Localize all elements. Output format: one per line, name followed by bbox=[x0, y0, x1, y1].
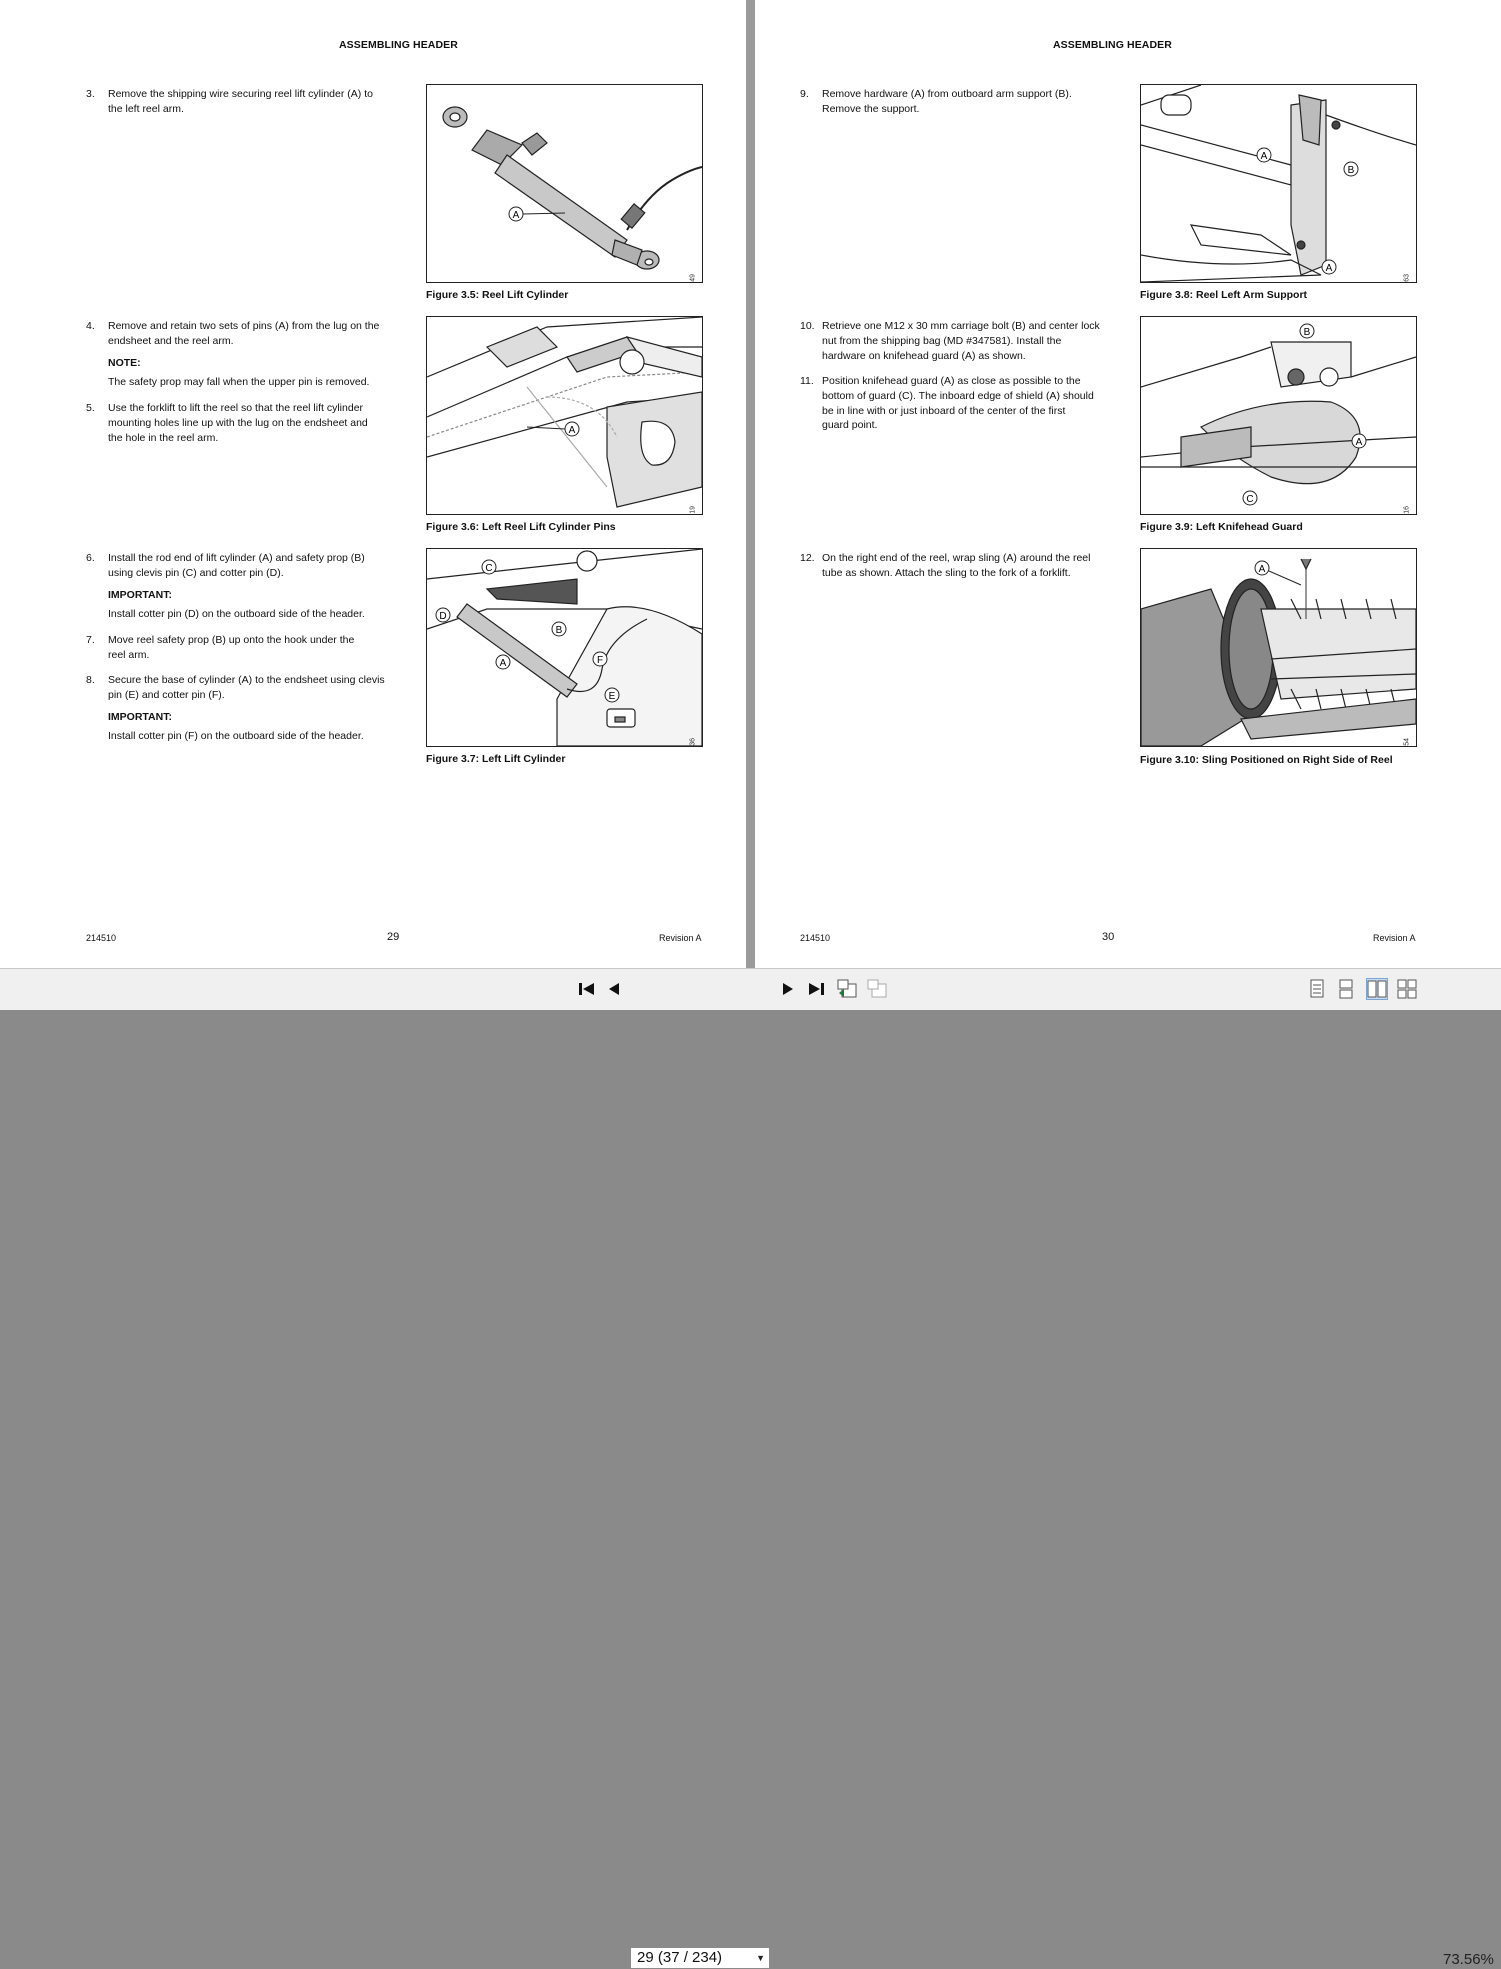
svg-text:A: A bbox=[513, 210, 520, 221]
figure-left-knifehead-guard: B A C 1040716 bbox=[1140, 316, 1417, 515]
figure-code: 1032519 bbox=[689, 506, 696, 514]
page-number: 29 bbox=[387, 931, 400, 943]
next-page-icon bbox=[783, 983, 793, 995]
first-page-icon bbox=[579, 983, 594, 995]
last-page-button[interactable] bbox=[805, 978, 827, 1000]
last-page-icon bbox=[809, 983, 824, 995]
zoom-level[interactable]: 73.56% bbox=[1443, 1951, 1494, 1968]
page-selector[interactable]: 29 (37 / 234) ▼ bbox=[630, 1947, 770, 1969]
svg-text:B: B bbox=[556, 625, 563, 636]
single-page-view-button[interactable] bbox=[1306, 978, 1328, 1000]
svg-text:A: A bbox=[1326, 263, 1333, 274]
svg-text:A: A bbox=[569, 425, 576, 436]
figure-caption: Figure 3.9: Left Knifehead Guard bbox=[1140, 521, 1303, 533]
page-header: ASSEMBLING HEADER bbox=[1053, 39, 1172, 51]
svg-text:A: A bbox=[1259, 564, 1266, 575]
figure-code: 1037036 bbox=[689, 738, 696, 746]
viewer-toolbar: 29 (37 / 234) ▼ 73.56% bbox=[0, 968, 1501, 1969]
right-page: ASSEMBLING HEADER 9. Remove hardware (A)… bbox=[755, 0, 1501, 968]
footer-doc-number: 214510 bbox=[800, 933, 831, 943]
important-label: IMPORTANT: bbox=[108, 711, 172, 723]
figure-caption: Figure 3.6: Left Reel Lift Cylinder Pins bbox=[426, 521, 616, 533]
note-text: The safety prop may fall when the upper … bbox=[108, 376, 370, 388]
continuous-view-button[interactable] bbox=[1335, 978, 1357, 1000]
footer-doc-number: 214510 bbox=[86, 933, 117, 943]
figure-code: 1040716 bbox=[1403, 506, 1410, 514]
go-back-view-button[interactable] bbox=[836, 978, 858, 1000]
svg-text:A: A bbox=[1356, 437, 1363, 448]
forward-view-icon bbox=[867, 979, 887, 998]
svg-text:C: C bbox=[1246, 494, 1253, 505]
figure-reel-lift-cylinder: A 1035949 bbox=[426, 84, 703, 283]
figure-caption: Figure 3.10: Sling Positioned on Right S… bbox=[1140, 754, 1393, 766]
figure-sling-right-side-of-reel: A 1037054 bbox=[1140, 548, 1417, 747]
chevron-down-icon: ▼ bbox=[756, 1953, 765, 1963]
figure-caption: Figure 3.7: Left Lift Cylinder bbox=[426, 753, 566, 765]
next-page-button[interactable] bbox=[777, 978, 799, 1000]
footer-revision: Revision A bbox=[1373, 933, 1416, 943]
single-page-icon bbox=[1310, 979, 1324, 998]
previous-page-button[interactable] bbox=[603, 978, 625, 1000]
continuous-facing-view-button[interactable] bbox=[1396, 978, 1418, 1000]
continuous-facing-icon bbox=[1397, 979, 1417, 999]
note-label: NOTE: bbox=[108, 357, 141, 369]
svg-text:A: A bbox=[1261, 151, 1268, 162]
figure-code: 1037054 bbox=[1403, 738, 1410, 746]
svg-text:F: F bbox=[597, 655, 603, 666]
svg-text:B: B bbox=[1348, 165, 1355, 176]
page-selector-value: 29 (37 / 234) bbox=[637, 1949, 723, 1966]
footer-revision: Revision A bbox=[659, 933, 702, 943]
back-view-icon bbox=[837, 979, 857, 998]
important-label: IMPORTANT: bbox=[108, 589, 172, 601]
page-number: 30 bbox=[1102, 931, 1115, 943]
first-page-button[interactable] bbox=[576, 978, 598, 1000]
previous-page-icon bbox=[609, 983, 619, 995]
svg-text:D: D bbox=[439, 611, 446, 622]
facing-pages-icon bbox=[1367, 980, 1387, 998]
left-page: ASSEMBLING HEADER 3. Remove the shipping… bbox=[0, 0, 746, 968]
figure-code: 1036563 bbox=[1403, 274, 1410, 282]
page-header: ASSEMBLING HEADER bbox=[339, 39, 458, 51]
facing-view-button[interactable] bbox=[1366, 978, 1388, 1000]
important-text: Install cotter pin (F) on the outboard s… bbox=[108, 730, 364, 742]
figure-caption: Figure 3.8: Reel Left Arm Support bbox=[1140, 289, 1308, 301]
svg-text:B: B bbox=[1304, 327, 1311, 338]
svg-text:C: C bbox=[485, 563, 492, 574]
svg-text:A: A bbox=[500, 658, 507, 669]
continuous-page-icon bbox=[1339, 979, 1353, 999]
figure-caption: Figure 3.5: Reel Lift Cylinder bbox=[426, 289, 569, 301]
figure-reel-left-arm-support: A B A 1036563 bbox=[1140, 84, 1417, 283]
page-divider bbox=[746, 0, 755, 968]
figure-code: 1035949 bbox=[689, 274, 696, 282]
important-text: Install cotter pin (D) on the outboard s… bbox=[108, 608, 365, 620]
go-forward-view-button[interactable] bbox=[866, 978, 888, 1000]
svg-text:E: E bbox=[609, 691, 616, 702]
figure-left-reel-lift-cylinder-pins: A 1032519 bbox=[426, 316, 703, 515]
figure-left-lift-cylinder: C D B A F E 1037036 bbox=[426, 548, 703, 747]
